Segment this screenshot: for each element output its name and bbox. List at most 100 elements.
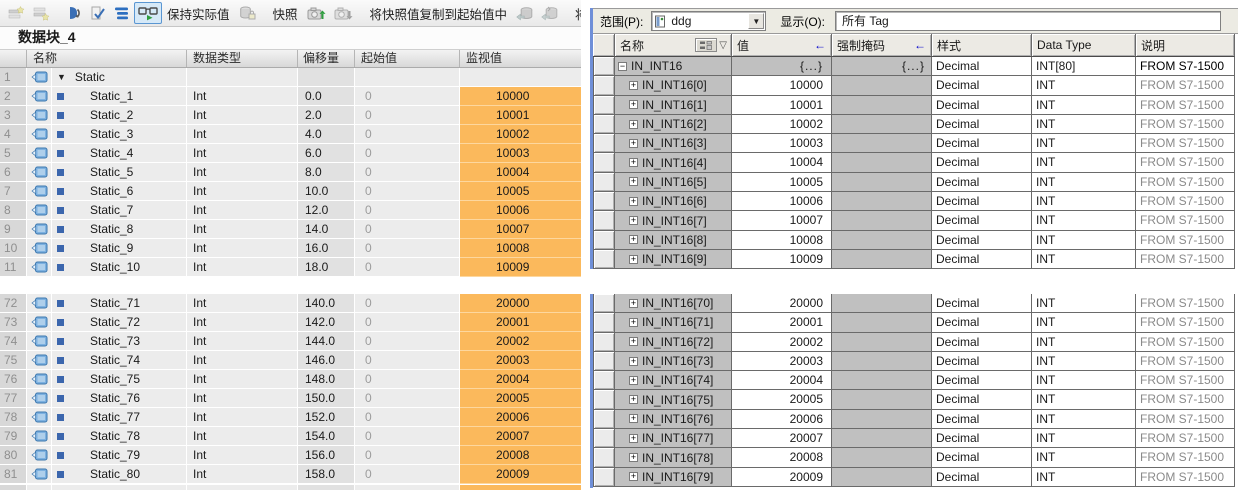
cell-datatype[interactable]: INT [1032, 250, 1136, 269]
row-number[interactable]: 7 [0, 182, 27, 201]
cell-style[interactable]: Decimal [932, 352, 1032, 371]
cell-monitor-value[interactable]: 10001 [460, 106, 581, 125]
table-row[interactable]: + IN_INT16[3] 10003 Decimal INT FROM S7-… [593, 134, 1235, 153]
cell-monitor-value[interactable]: 20006 [460, 408, 581, 427]
header-force-mask[interactable]: 强制掩码 ← [832, 34, 932, 57]
table-row[interactable]: 73 Static_72 Int 142.0 0 20001 [0, 313, 581, 332]
cell-start-value[interactable]: 0 [355, 465, 460, 484]
cell-datatype[interactable]: Int [187, 408, 298, 427]
table-row[interactable]: 75 Static_74 Int 146.0 0 20003 [0, 351, 581, 370]
cell-datatype[interactable]: Int [187, 106, 298, 125]
cell-name[interactable]: + IN_INT16[9] [615, 250, 732, 269]
table-row[interactable]: + IN_INT16[4] 10004 Decimal INT FROM S7-… [593, 153, 1235, 172]
cell-datatype[interactable]: Int [187, 427, 298, 446]
cell-datatype[interactable]: INT [1032, 211, 1136, 230]
cell-monitor-value[interactable]: 10002 [460, 125, 581, 144]
cell-force-mask[interactable] [832, 192, 932, 211]
cell-name[interactable]: Static_78 [52, 427, 187, 446]
row-selector[interactable] [594, 448, 615, 467]
cell-name[interactable]: Static_2 [52, 106, 187, 125]
table-row[interactable]: 74 Static_73 Int 144.0 0 20002 [0, 332, 581, 351]
cell-name[interactable]: + IN_INT16[75] [615, 390, 732, 409]
table-row[interactable]: 9 Static_8 Int 14.0 0 10007 [0, 220, 581, 239]
row-number[interactable]: 75 [0, 351, 27, 370]
cell-start-value[interactable]: 0 [355, 125, 460, 144]
table-row[interactable]: + IN_INT16[6] 10006 Decimal INT FROM S7-… [593, 192, 1235, 211]
row-number[interactable]: 8 [0, 201, 27, 220]
cell-monitor-value[interactable]: 10004 [460, 163, 581, 182]
row-selector[interactable] [594, 134, 615, 153]
cell-name[interactable]: + IN_INT16[0] [615, 76, 732, 95]
cell-monitor-value[interactable]: 20001 [460, 313, 581, 332]
expand-box-icon[interactable]: + [629, 100, 638, 109]
cell-name[interactable]: + IN_INT16[76] [615, 410, 732, 429]
cell-datatype[interactable]: INT [1032, 448, 1136, 467]
table-row[interactable]: + IN_INT16[70] 20000 Decimal INT FROM S7… [593, 294, 1235, 313]
copy-start-values-button[interactable] [512, 2, 537, 24]
header-comment[interactable]: 说明 [1136, 34, 1235, 57]
cell-style[interactable]: Decimal [932, 250, 1032, 269]
cell-datatype[interactable]: INT [1032, 333, 1136, 352]
cell-monitor-value[interactable]: 10007 [460, 220, 581, 239]
cell-datatype[interactable]: INT [1032, 468, 1136, 487]
insert-row-button[interactable] [4, 2, 29, 24]
expand-box-icon[interactable]: + [629, 216, 638, 225]
table-row[interactable]: 3 Static_2 Int 2.0 0 10001 [0, 106, 581, 125]
cell-style[interactable]: Decimal [932, 390, 1032, 409]
row-number[interactable]: 74 [0, 332, 27, 351]
cell-datatype[interactable]: Int [187, 239, 298, 258]
scope-combobox[interactable]: ddg ▼ [651, 11, 766, 31]
cell-style[interactable]: Decimal [932, 76, 1032, 95]
cell-datatype[interactable]: Int [187, 220, 298, 239]
row-selector[interactable] [594, 250, 615, 269]
cell-force-mask[interactable] [832, 448, 932, 467]
cell-name[interactable]: Static_4 [52, 144, 187, 163]
cell-force-mask[interactable] [832, 371, 932, 390]
cell-name[interactable]: + IN_INT16[77] [615, 429, 732, 448]
cell-comment[interactable]: FROM S7-1500 [1136, 410, 1235, 429]
cell-force-mask[interactable] [832, 294, 932, 313]
cell-style[interactable]: Decimal [932, 468, 1032, 487]
db-lock-button[interactable] [235, 2, 260, 24]
row-selector[interactable] [594, 211, 615, 230]
cell-force-mask[interactable] [832, 352, 932, 371]
row-selector[interactable] [594, 333, 615, 352]
table-row[interactable]: + IN_INT16[0] 10000 Decimal INT FROM S7-… [593, 76, 1235, 95]
row-number[interactable]: 76 [0, 370, 27, 389]
cell-datatype[interactable]: INT [1032, 371, 1136, 390]
back-arrow-icon[interactable]: ← [814, 38, 826, 52]
row-selector[interactable] [594, 294, 615, 313]
cell-datatype[interactable]: INT [1032, 96, 1136, 115]
cell-name[interactable]: + IN_INT16[78] [615, 448, 732, 467]
expand-box-icon[interactable]: + [629, 299, 638, 308]
cell-value[interactable]: {...} [732, 57, 832, 76]
table-row[interactable]: + IN_INT16[5] 10005 Decimal INT FROM S7-… [593, 173, 1235, 192]
row-number[interactable]: 11 [0, 258, 27, 277]
cell-value[interactable]: 10003 [732, 134, 832, 153]
table-row[interactable]: 7 Static_6 Int 10.0 0 10005 [0, 182, 581, 201]
cell-comment[interactable]: FROM S7-1500 [1136, 448, 1235, 467]
cell-name[interactable]: Static_73 [52, 332, 187, 351]
cell-start-value[interactable]: 0 [355, 220, 460, 239]
expand-box-icon[interactable]: + [629, 139, 638, 148]
row-number[interactable]: 3 [0, 106, 27, 125]
row-number[interactable]: 5 [0, 144, 27, 163]
row-number[interactable]: 73 [0, 313, 27, 332]
row-selector[interactable] [594, 410, 615, 429]
back-arrow-icon[interactable]: ← [914, 38, 926, 52]
cell-datatype[interactable]: Int [187, 201, 298, 220]
collapse-box-icon[interactable]: − [618, 62, 627, 71]
cell-start-value[interactable]: 0 [355, 182, 460, 201]
row-number[interactable]: 72 [0, 294, 27, 313]
cell-force-mask[interactable] [832, 250, 932, 269]
expand-box-icon[interactable]: + [629, 376, 638, 385]
row-number[interactable]: 2 [0, 87, 27, 106]
cell-value[interactable]: 20001 [732, 313, 832, 332]
table-row[interactable]: + IN_INT16[77] 20007 Decimal INT FROM S7… [593, 429, 1235, 448]
cell-datatype[interactable]: INT [1032, 390, 1136, 409]
cell-start-value[interactable]: 0 [355, 351, 460, 370]
cell-name[interactable]: + IN_INT16[5] [615, 173, 732, 192]
cell-datatype[interactable]: INT [1032, 153, 1136, 172]
cell-start-value[interactable]: 0 [355, 446, 460, 465]
row-selector[interactable] [594, 371, 615, 390]
